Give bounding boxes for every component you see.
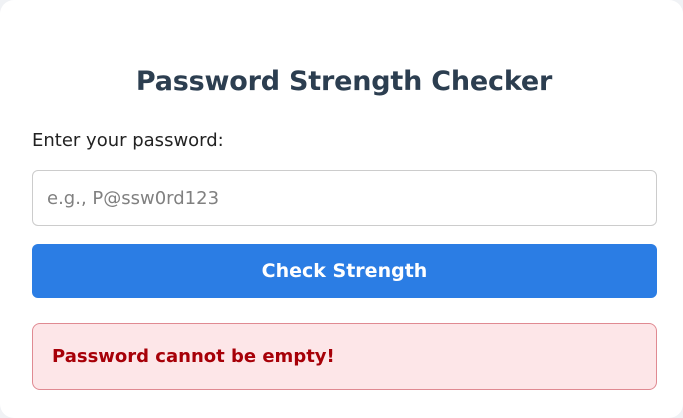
error-message-box: Password cannot be empty!: [32, 323, 657, 390]
error-message: Password cannot be empty!: [52, 346, 335, 367]
page-title: Password Strength Checker: [135, 66, 553, 97]
password-label: Enter your password:: [32, 130, 224, 151]
password-checker-card: Password Strength Checker Enter your pas…: [0, 0, 683, 418]
check-strength-button[interactable]: Check Strength: [32, 244, 657, 298]
password-input[interactable]: [32, 170, 657, 226]
